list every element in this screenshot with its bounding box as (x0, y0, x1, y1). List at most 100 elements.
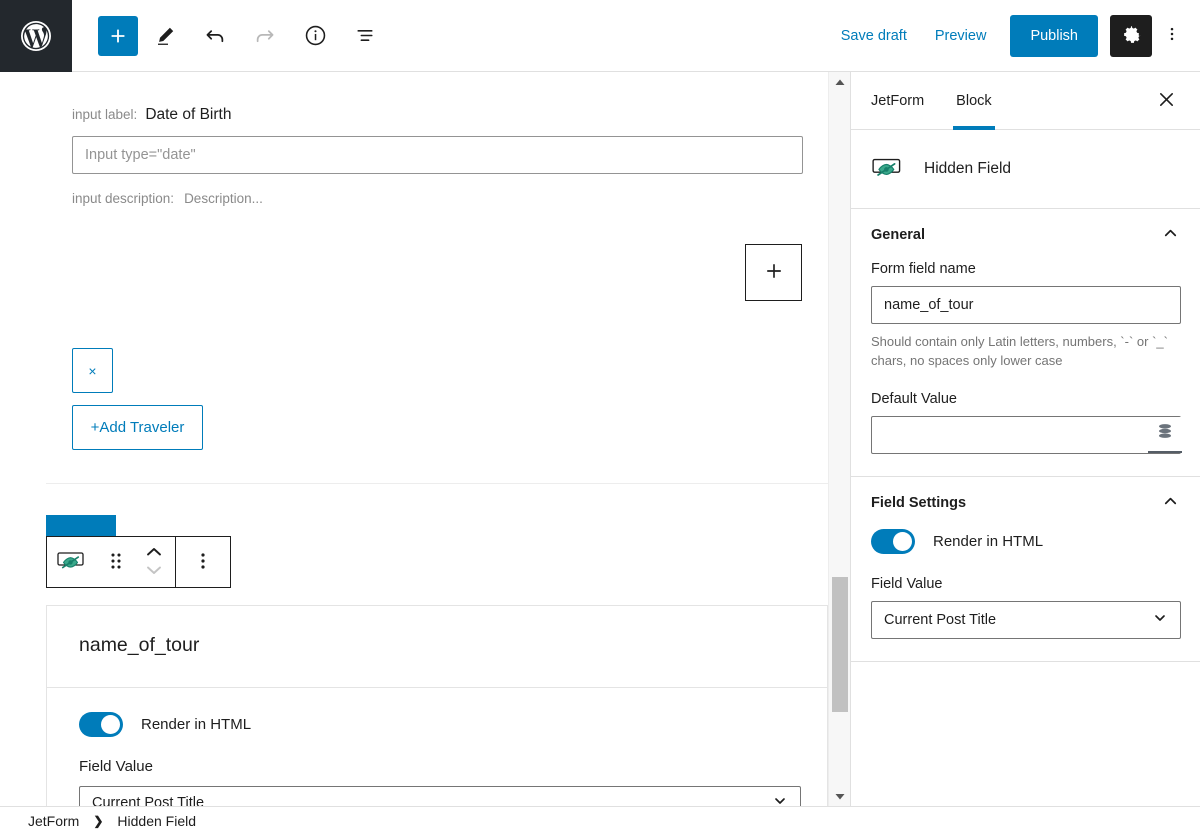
breadcrumb-item-jetform[interactable]: JetForm (28, 813, 79, 829)
form-field-name-help: Should contain only Latin letters, numbe… (871, 334, 1168, 368)
canvas-scrollbar[interactable] (828, 72, 850, 806)
date-field-row: input label: Date of Birth input descrip… (46, 72, 828, 206)
add-traveler-button[interactable]: +Add Traveler (72, 405, 203, 450)
panel-field-settings-title: Field Settings (871, 494, 967, 511)
list-view-button[interactable] (342, 13, 388, 59)
pencil-icon (153, 24, 177, 48)
settings-sidebar: JetForm Block Hidden Field General Form … (850, 72, 1200, 806)
kebab-vertical-icon (1162, 24, 1182, 47)
input-label-row: input label: Date of Birth (72, 72, 802, 124)
editor-body: input label: Date of Birth input descrip… (0, 72, 1200, 806)
block-toolbar (46, 536, 231, 588)
hidden-field-icon (56, 549, 90, 576)
tab-block[interactable]: Block (940, 72, 1007, 130)
form-field-name-label: Form field name (871, 261, 976, 277)
toggle-knob (101, 715, 120, 734)
date-input[interactable] (72, 136, 803, 174)
settings-button[interactable] (1110, 14, 1152, 57)
drag-handle-icon (108, 550, 124, 575)
tab-jetform[interactable]: JetForm (851, 72, 940, 130)
kebab-vertical-icon (194, 550, 212, 575)
sidebar-block-title: Hidden Field (924, 160, 1012, 177)
block-type-button[interactable] (47, 537, 99, 587)
render-in-html-label: Render in HTML (141, 716, 252, 733)
header-toolbar (72, 13, 388, 59)
block-move-buttons[interactable] (133, 537, 175, 587)
input-label-value[interactable]: Date of Birth (145, 106, 231, 124)
form-field-name-input[interactable] (871, 286, 1181, 324)
input-description-prefix: input description: (72, 191, 175, 206)
edit-tool-button[interactable] (142, 13, 188, 59)
sidebar-render-in-html-label: Render in HTML (933, 532, 1044, 550)
editor-canvas[interactable]: input label: Date of Birth input descrip… (0, 72, 828, 806)
gear-icon (1121, 24, 1142, 48)
remove-traveler-button[interactable]: × (72, 348, 113, 393)
render-in-html-toggle[interactable] (79, 712, 123, 737)
scroll-up-arrow-icon (834, 74, 846, 90)
breadcrumb-item-hidden-field[interactable]: Hidden Field (117, 813, 196, 829)
chevron-up-icon (1161, 224, 1180, 246)
panel-general-title: General (871, 227, 925, 243)
panel-general-body: Form field name Should contain only Lati… (851, 261, 1200, 476)
chevron-down-icon (144, 564, 164, 579)
undo-arrow-icon (202, 23, 228, 49)
sidebar-render-in-html-toggle[interactable] (871, 528, 915, 554)
chevron-down-icon (1152, 610, 1168, 630)
panel-field-settings-header[interactable]: Field Settings (851, 477, 1200, 529)
toggle-knob (893, 531, 912, 551)
scrollbar-track[interactable] (829, 92, 850, 786)
undo-button[interactable] (192, 13, 238, 59)
redo-button[interactable] (242, 13, 288, 59)
default-value-macro-button[interactable] (1148, 416, 1182, 453)
default-value-input[interactable] (871, 415, 1181, 454)
publish-button[interactable]: Publish (1010, 14, 1098, 57)
close-sidebar-button[interactable] (1148, 83, 1184, 119)
scroll-down-arrow-icon (834, 788, 846, 804)
input-description-row: input description: Description... (72, 174, 802, 206)
field-value-selected-text: Current Post Title (92, 795, 205, 806)
more-options-button[interactable] (1154, 15, 1190, 57)
sidebar-field-value-selected-text: Current Post Title (884, 611, 997, 628)
info-circle-icon (303, 23, 328, 48)
block-options-button[interactable] (176, 537, 230, 587)
wordpress-logo-button[interactable] (0, 0, 72, 72)
redo-arrow-icon (252, 23, 278, 49)
add-block-button[interactable] (98, 15, 138, 56)
plus-icon (763, 260, 785, 285)
editor-header: Save draft Preview Publish (0, 0, 1200, 72)
block-appender-button[interactable] (745, 244, 802, 301)
panel-general: General Form field name Should contain o… (851, 209, 1200, 477)
sidebar-field-value-label: Field Value (871, 575, 943, 592)
panel-general-header[interactable]: General (851, 209, 1200, 261)
chevron-up-icon (1161, 492, 1180, 514)
block-breadcrumb: JetForm ❯ Hidden Field (0, 806, 1200, 834)
sidebar-field-value-select[interactable]: Current Post Title (871, 600, 1181, 639)
hidden-field-block-body[interactable]: name_of_tour Render in HTML Field Value … (46, 605, 828, 806)
panel-field-settings: Field Settings Render in HTML Field Valu… (851, 477, 1200, 662)
chevron-down-icon (772, 793, 788, 806)
details-button[interactable] (292, 13, 338, 59)
list-view-icon (353, 23, 378, 48)
wordpress-logo-icon (18, 18, 54, 54)
scrollbar-down-button[interactable] (829, 786, 850, 806)
hidden-field-settings: Render in HTML Field Value Current Post … (47, 688, 827, 806)
default-value-label: Default Value (871, 390, 957, 407)
sidebar-render-html-row: Render in HTML (871, 528, 1180, 554)
scrollbar-thumb[interactable] (832, 577, 848, 712)
input-description-value[interactable]: Description... (184, 191, 263, 206)
form-block[interactable]: input label: Date of Birth input descrip… (46, 72, 828, 484)
database-stack-icon (1156, 422, 1174, 445)
render-html-toggle-row: Render in HTML (79, 712, 827, 737)
save-draft-button[interactable]: Save draft (827, 20, 921, 52)
panel-field-settings-body: Render in HTML Field Value Current Post … (851, 528, 1200, 661)
field-value-label: Field Value (79, 758, 153, 775)
block-drag-handle[interactable] (99, 537, 133, 587)
header-actions: Save draft Preview Publish (827, 14, 1200, 57)
editor-canvas-wrapper: input label: Date of Birth input descrip… (0, 72, 850, 806)
sidebar-tabs: JetForm Block (851, 72, 1200, 130)
preview-button[interactable]: Preview (921, 20, 1001, 52)
field-value-select[interactable]: Current Post Title (79, 786, 801, 806)
plus-icon (107, 25, 129, 47)
scrollbar-up-button[interactable] (829, 72, 850, 92)
hidden-field-icon (871, 155, 907, 184)
